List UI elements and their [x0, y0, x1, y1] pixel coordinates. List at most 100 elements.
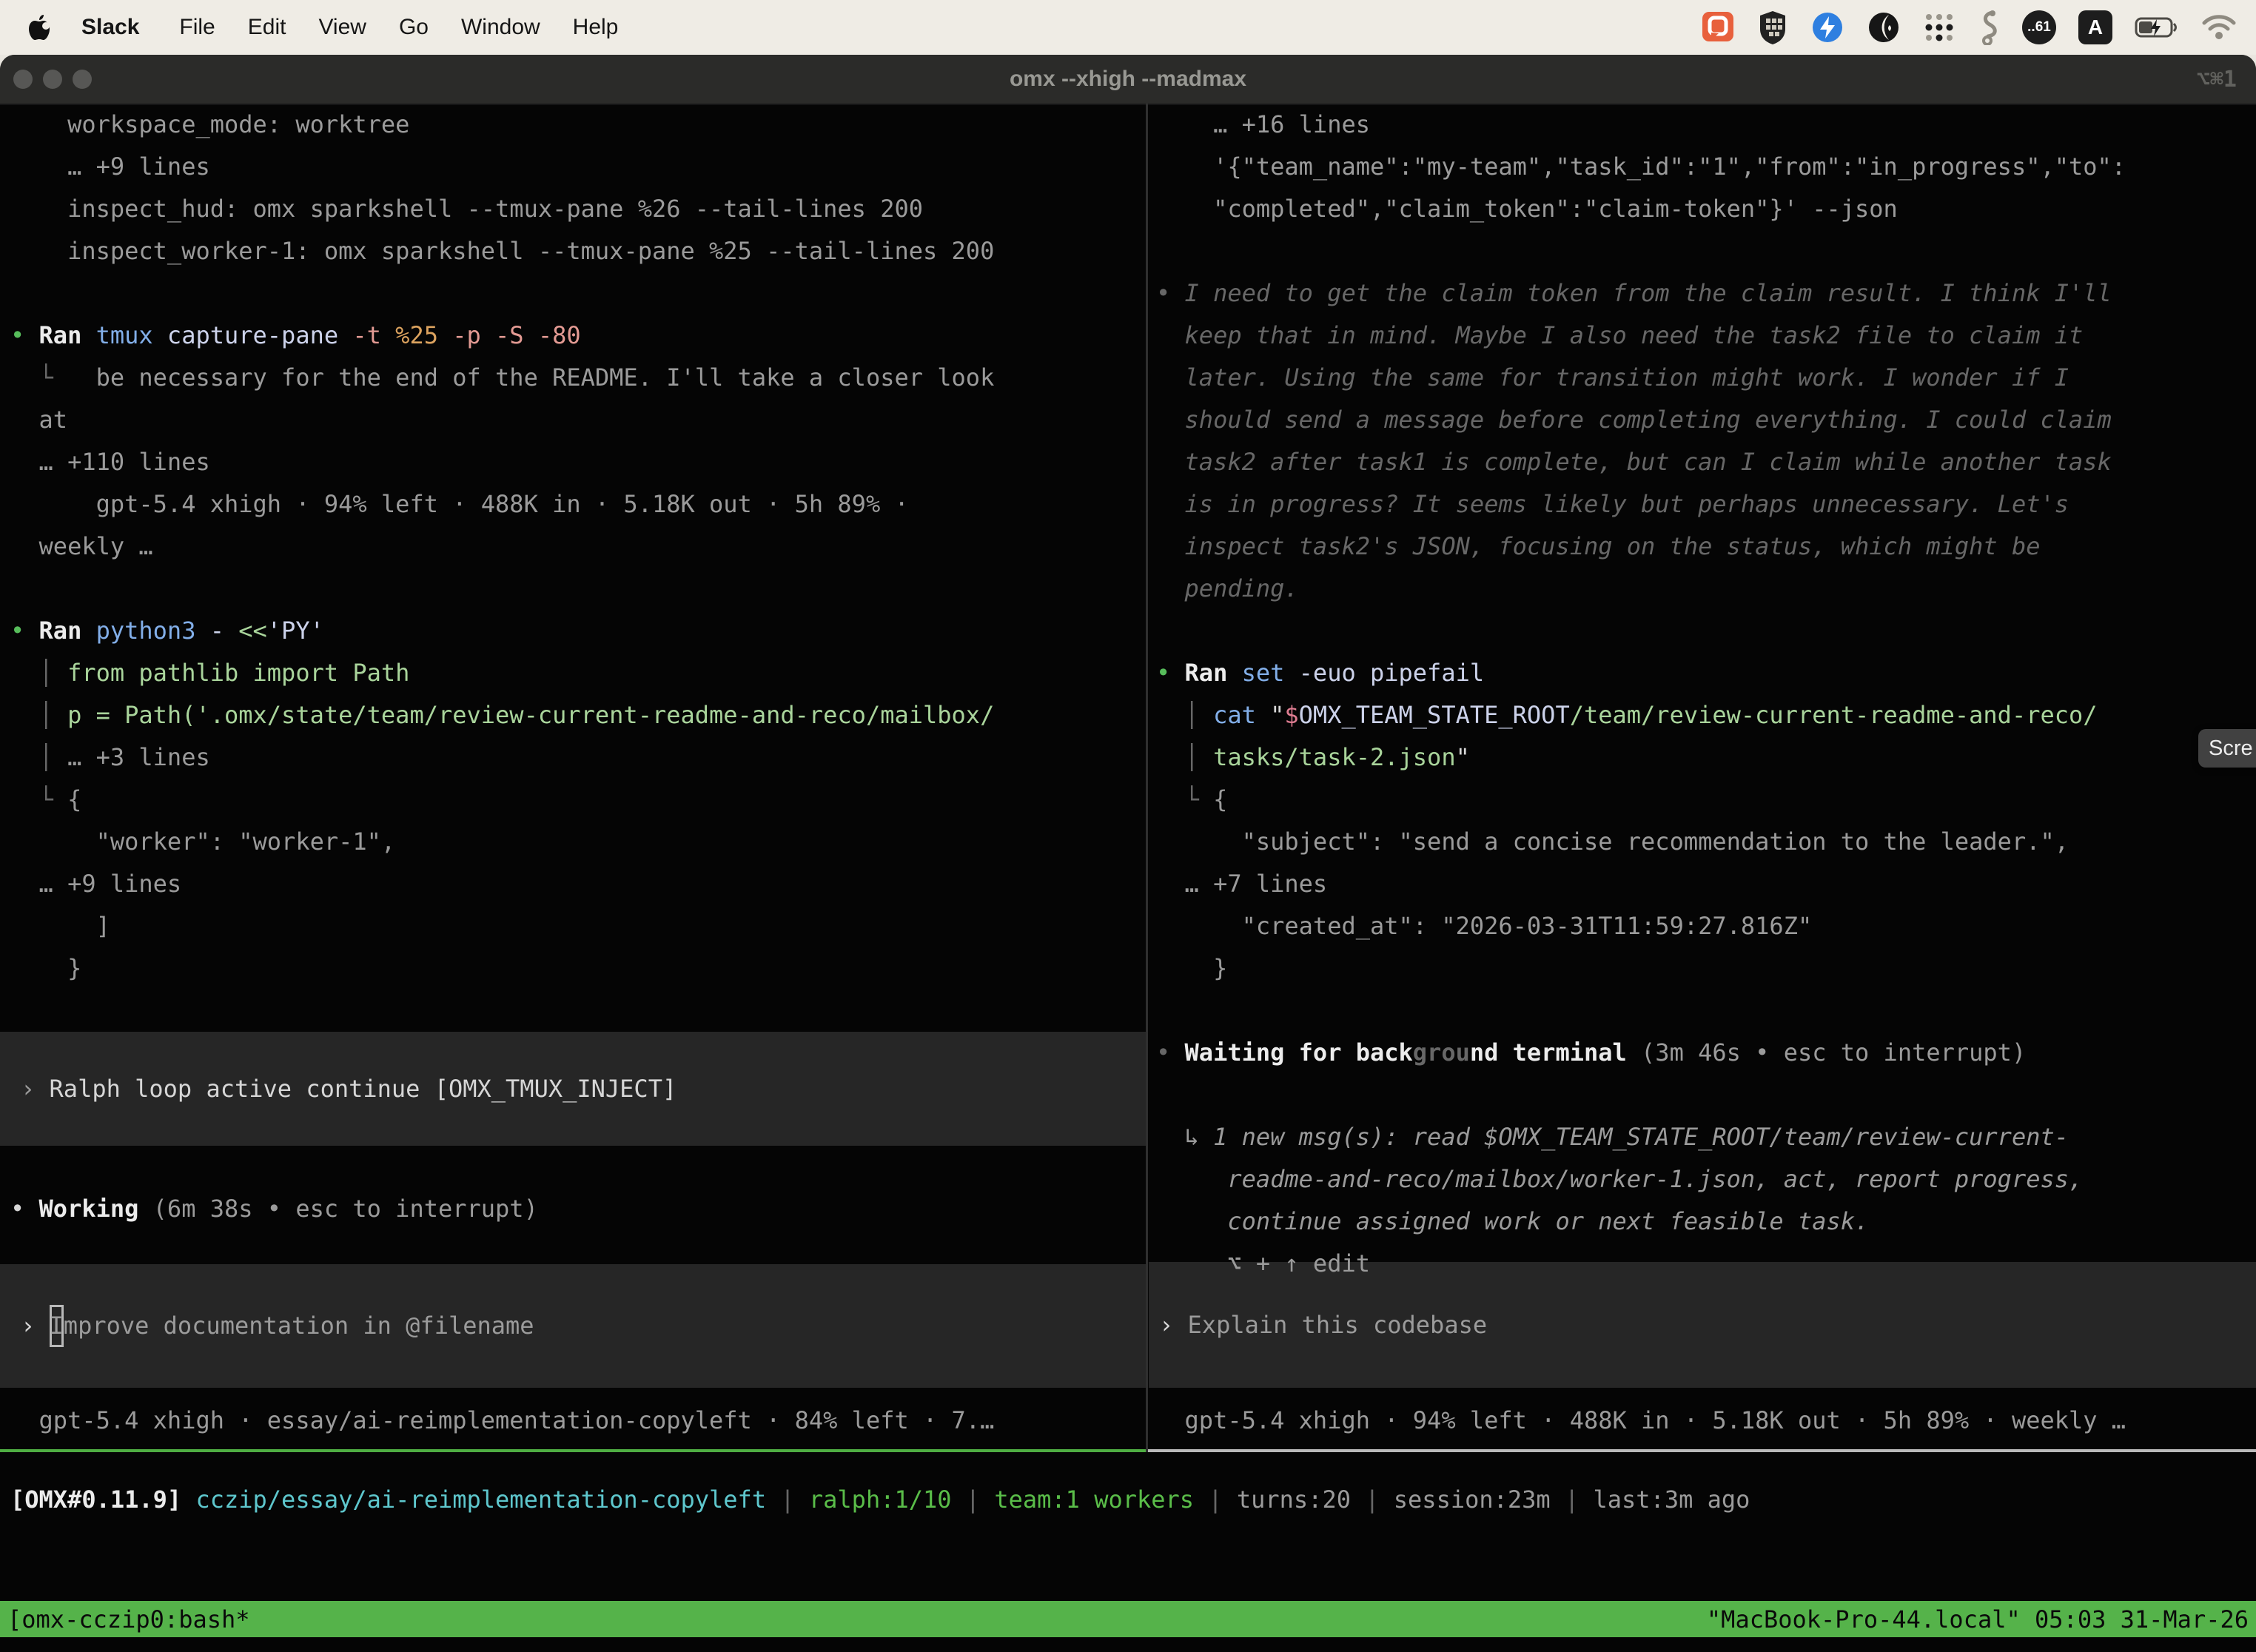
text-segment: 'PY': [267, 617, 324, 645]
terminal-line: │ … +3 lines: [10, 736, 1146, 779]
text-segment: -t: [338, 321, 381, 349]
text-segment: Waiting for back: [1185, 1038, 1413, 1067]
screenshot-app-icon[interactable]: [1701, 10, 1735, 44]
tmux-host-clock: "MacBook-Pro-44.local" 05:03 31-Mar-26: [1707, 1605, 2249, 1633]
terminal-line: is in progress? It seems likely but perh…: [1156, 483, 2256, 526]
menu-go[interactable]: Go: [399, 15, 429, 40]
a-key-icon[interactable]: A: [2078, 10, 2112, 44]
text-segment: ": [1456, 743, 1470, 771]
terminal-line: weekly …: [10, 526, 1146, 568]
text-segment: Explain this codebase: [1188, 1304, 1488, 1346]
screen: Slack File Edit View Go Window Help ..61 A: [0, 0, 2256, 1652]
text-segment: -80: [524, 321, 581, 349]
menu-view[interactable]: View: [318, 15, 366, 40]
text-segment: tmux: [96, 321, 153, 349]
blue-bolt-badge-icon[interactable]: [1810, 10, 1844, 44]
countdown-badge[interactable]: ..61: [2022, 10, 2056, 44]
text-segment: cczip/essay/ai-reimplementation-copyleft: [195, 1485, 766, 1514]
tmux-status-bar: [omx-cczip0:bash* "MacBook-Pro-44.local"…: [0, 1601, 2256, 1637]
text-segment: gpt-5.4 xhigh · 94% left · 488K in · 5.1…: [10, 490, 909, 518]
text-segment: inspect task2's JSON, focusing on the st…: [1156, 532, 2040, 560]
window-title-bar[interactable]: omx --xhigh --madmax ⌥⌘1: [0, 55, 2256, 105]
text-segment: tasks/task-2.json: [1213, 743, 1456, 771]
text-segment: mprove documentation in @filename: [64, 1305, 534, 1347]
omx-status-line: [OMX#0.11.9] cczip/essay/ai-reimplementa…: [0, 1478, 2256, 1520]
shield-grid-icon[interactable]: [1757, 10, 1788, 45]
left-terminal-pane[interactable]: workspace_mode: worktree … +9 lines insp…: [0, 104, 1146, 1452]
apple-menu-icon[interactable]: [28, 14, 50, 41]
text-segment: turns:20: [1237, 1485, 1351, 1514]
text-segment: ralph:1/10: [809, 1485, 952, 1514]
text-segment: Ran: [39, 617, 96, 645]
terminal-line: pending.: [1156, 568, 2256, 610]
terminal-line: ↳ 1 new msg(s): read $OMX_TEAM_STATE_ROO…: [1156, 1116, 2256, 1158]
s-curve-icon[interactable]: [1978, 10, 2000, 45]
terminal-line: └ {: [1156, 779, 2256, 821]
text-segment: •: [1156, 659, 1185, 687]
text-segment: later. Using the same for transition mig…: [1156, 363, 2069, 392]
text-segment: grou: [1413, 1038, 1470, 1067]
menu-edit[interactable]: Edit: [248, 15, 286, 40]
blank-line: [10, 568, 1146, 610]
wifi-icon[interactable]: [2201, 14, 2237, 41]
terminal-line: • Ran set -euo pipefail: [1156, 652, 2256, 694]
text-segment: │: [10, 701, 67, 729]
pane-divider[interactable]: [1146, 104, 1148, 1452]
terminal-line: continue assigned work or next feasible …: [1156, 1201, 2256, 1243]
terminal-line: └ be necessary for the end of the README…: [10, 357, 1146, 399]
text-segment: capture-pane: [153, 321, 338, 349]
text-segment: <<: [238, 617, 267, 645]
text-segment: |: [1551, 1485, 1594, 1514]
text-segment: (3m 46s • esc to interrupt): [1641, 1038, 2026, 1067]
blank-line: [1156, 230, 2256, 272]
window-title: omx --xhigh --madmax: [0, 55, 2256, 104]
text-segment: set: [1242, 659, 1285, 687]
text-segment: Working: [39, 1195, 153, 1223]
text-segment: /team/review-current-readme-and-reco/: [1570, 701, 2098, 729]
terminal-line: inspect_worker-1: omx sparkshell --tmux-…: [10, 230, 1146, 272]
text-segment: |: [1194, 1485, 1237, 1514]
active-app-name[interactable]: Slack: [81, 15, 139, 40]
tmux-session-window: [omx-cczip0:bash*: [7, 1605, 250, 1633]
text-segment: nd terminal: [1470, 1038, 1641, 1067]
text-segment: weekly …: [10, 532, 153, 560]
terminal-line: … +110 lines: [10, 441, 1146, 483]
text-segment: $: [1284, 701, 1298, 729]
blank-line: [10, 990, 1146, 1032]
text-segment: └: [10, 363, 96, 392]
text-segment: … +9 lines: [10, 870, 181, 898]
terminal-line: later. Using the same for transition mig…: [1156, 357, 2256, 399]
text-segment: inspect_hud: omx sparkshell --tmux-pane …: [10, 195, 923, 223]
text-segment: {: [1213, 785, 1227, 813]
text-segment: "completed","claim_token":"claim-token"}…: [1156, 195, 1898, 223]
right-terminal-pane[interactable]: … +16 lines '{"team_name":"my-team","tas…: [1149, 104, 2256, 1452]
menu-file[interactable]: File: [179, 15, 215, 40]
text-segment: -S: [481, 321, 524, 349]
terminal-line: └ {: [10, 779, 1146, 821]
inactive-pane-border: [1148, 1449, 2256, 1452]
text-segment: be necessary for the end of the README. …: [96, 363, 995, 392]
text-segment: inspect_worker-1: omx sparkshell --tmux-…: [10, 237, 994, 265]
terminal-line: • I need to get the claim token from the…: [1156, 272, 2256, 315]
text-segment: │: [10, 743, 67, 771]
text-segment: team:1 workers: [994, 1485, 1194, 1514]
terminal-line: }: [1156, 947, 2256, 990]
text-segment: └: [1156, 785, 1213, 813]
dots-grid-icon[interactable]: [1923, 11, 1955, 44]
prompt-input-row[interactable]: › Improve documentation in @filename: [0, 1264, 1146, 1388]
battery-icon[interactable]: [2135, 16, 2179, 38]
text-segment: at: [10, 406, 67, 434]
window-shortcut-hint: ⌥⌘1: [2197, 55, 2237, 104]
prompt-input-row[interactable]: › Ralph loop active continue [OMX_TMUX_I…: [0, 1032, 1146, 1146]
text-segment: session:23m: [1394, 1485, 1551, 1514]
terminal-line: • Ran tmux capture-pane -t %25 -p -S -80: [10, 315, 1146, 357]
menu-window[interactable]: Window: [461, 15, 540, 40]
dark-crescent-icon[interactable]: [1867, 10, 1901, 44]
text-segment: readme-and-reco/mailbox/worker-1.json, a…: [1156, 1165, 2083, 1193]
blank-line: [10, 272, 1146, 315]
terminal-line: • Waiting for background terminal (3m 46…: [1156, 1032, 2256, 1074]
text-segment: gpt-5.4 xhigh · 94% left · 488K in · 5.1…: [1156, 1406, 2126, 1434]
text-segment: is in progress? It seems likely but perh…: [1156, 490, 2069, 518]
menu-help[interactable]: Help: [573, 15, 619, 40]
text-segment: %25: [381, 321, 438, 349]
